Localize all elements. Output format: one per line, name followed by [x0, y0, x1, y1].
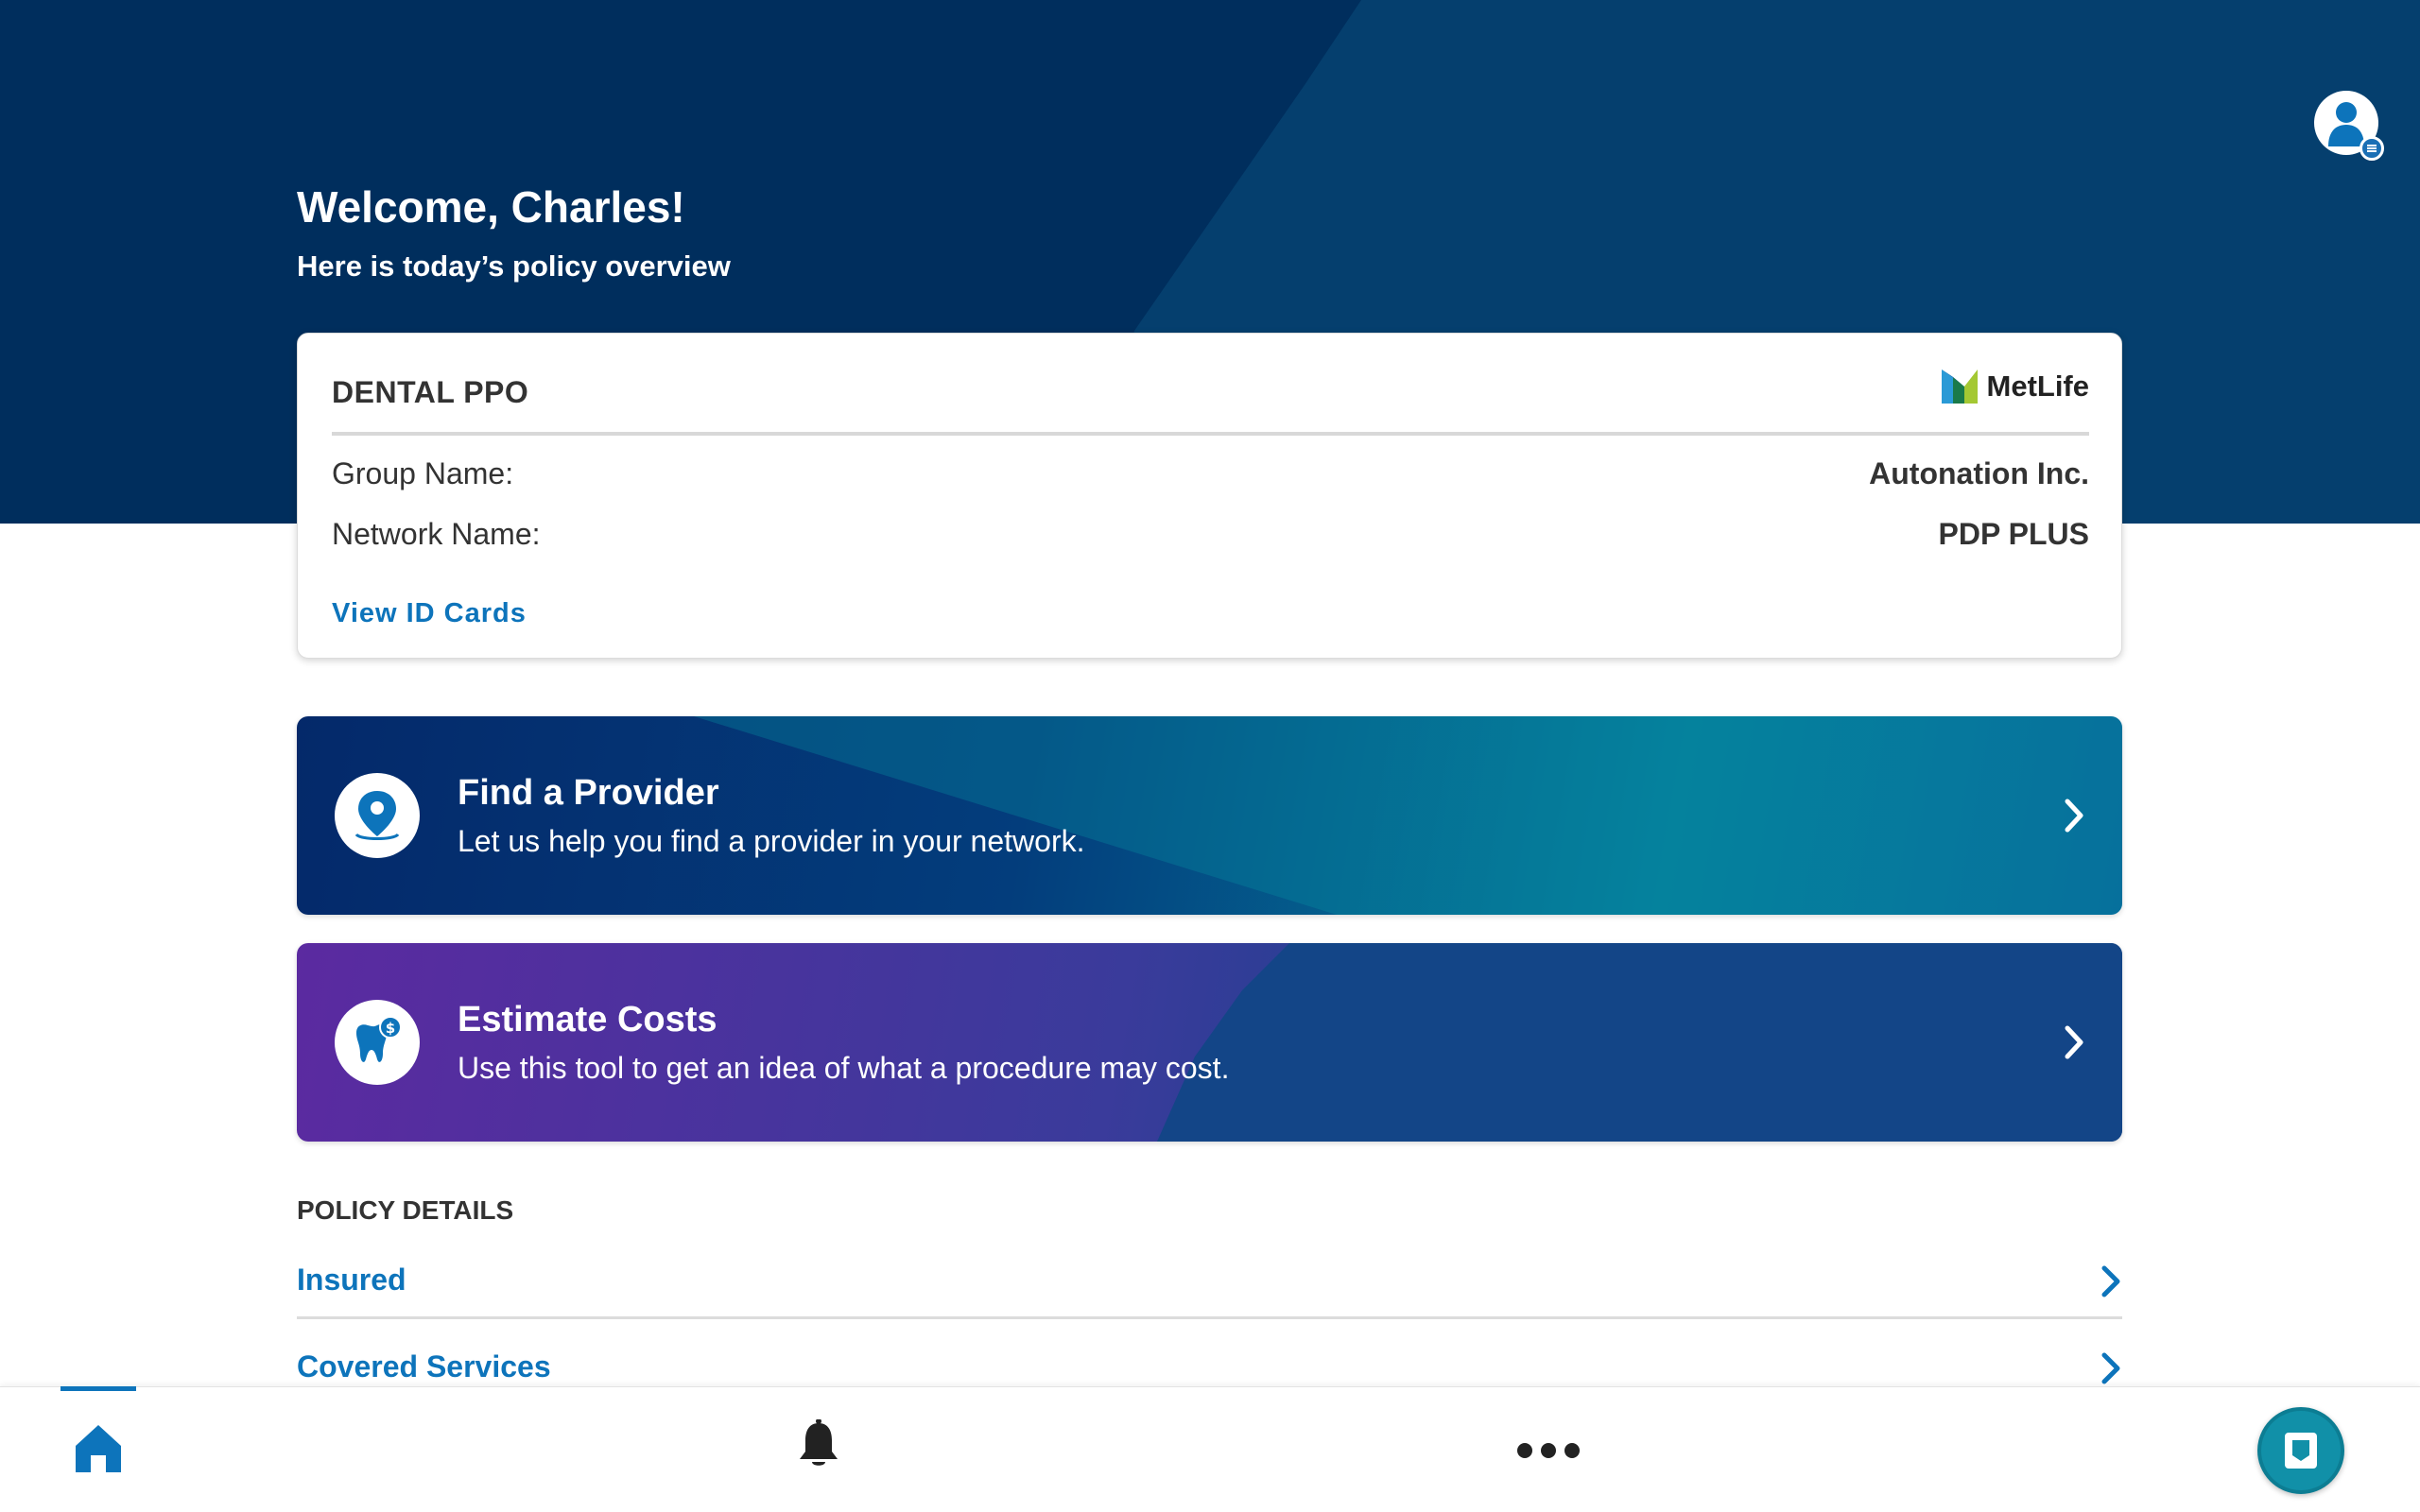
policy-card: DENTAL PPO MetLife Group Name: Autonatio… [297, 333, 2122, 659]
policy-details-heading: POLICY DETAILS [297, 1195, 514, 1225]
estimate-costs-card[interactable]: $ Estimate Costs Use this tool to get an… [297, 943, 2122, 1142]
bottom-navigation [0, 1386, 2420, 1512]
map-pin-icon [335, 773, 420, 858]
welcome-title: Welcome, Charles! [297, 182, 685, 232]
estimate-costs-description: Use this tool to get an idea of what a p… [458, 1051, 1230, 1085]
row-divider [297, 1316, 2122, 1319]
policy-title: DENTAL PPO [332, 375, 529, 409]
bell-icon[interactable] [798, 1419, 839, 1469]
more-icon[interactable] [1516, 1442, 1581, 1459]
card-decoration [1157, 943, 2122, 1142]
menu-badge-icon [2360, 136, 2384, 161]
profile-button[interactable] [2314, 91, 2384, 161]
policy-detail-insured[interactable]: Insured [297, 1244, 2122, 1319]
brand-logo: MetLife [1941, 369, 2090, 404]
id-card-button[interactable] [2257, 1407, 2344, 1494]
policy-detail-label: Insured [297, 1263, 406, 1297]
network-name-value: PDP PLUS [1938, 517, 2089, 551]
find-provider-title: Find a Provider [458, 773, 719, 813]
brand-name: MetLife [1986, 369, 2090, 403]
id-card-icon [2285, 1433, 2317, 1469]
chevron-right-icon [2101, 1265, 2120, 1297]
welcome-subtitle: Here is today’s policy overview [297, 249, 731, 283]
svg-text:$: $ [386, 1020, 395, 1037]
find-provider-description: Let us help you find a provider in your … [458, 824, 1085, 858]
active-tab-indicator [60, 1386, 136, 1391]
view-id-cards-link[interactable]: View ID Cards [332, 598, 527, 629]
network-name-label: Network Name: [332, 517, 541, 551]
metlife-logo-icon [1941, 369, 1978, 404]
chevron-right-icon [2065, 799, 2083, 833]
group-name-value: Autonation Inc. [1869, 456, 2089, 490]
estimate-costs-title: Estimate Costs [458, 1000, 717, 1040]
tooth-dollar-icon: $ [335, 1000, 420, 1085]
card-decoration [694, 716, 2122, 915]
chevron-right-icon [2101, 1352, 2120, 1384]
home-icon[interactable] [72, 1421, 125, 1474]
chevron-right-icon [2065, 1025, 2083, 1059]
group-name-label: Group Name: [332, 456, 514, 490]
find-provider-card[interactable]: Find a Provider Let us help you find a p… [297, 716, 2122, 915]
policy-divider [332, 432, 2089, 436]
policy-detail-label: Covered Services [297, 1349, 551, 1383]
